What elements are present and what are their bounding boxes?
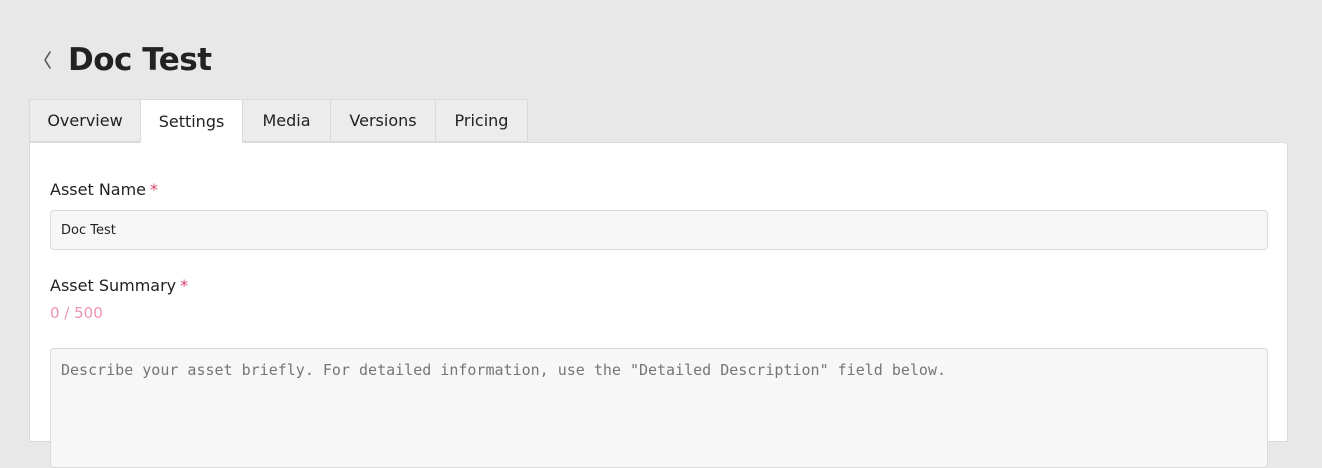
- page-title: Doc Test: [68, 42, 212, 78]
- settings-panel: Asset Name* Asset Summary* 0 / 500: [29, 142, 1288, 468]
- asset-summary-label-text: Asset Summary: [50, 276, 177, 295]
- tab-settings[interactable]: Settings: [140, 99, 242, 143]
- tab-overview[interactable]: Overview: [29, 99, 140, 142]
- tab-bar: Overview Settings Media Versions Pricing: [29, 99, 528, 143]
- tab-pricing[interactable]: Pricing: [435, 99, 528, 142]
- page-header: Doc Test: [36, 38, 212, 82]
- chevron-left-icon[interactable]: [36, 45, 58, 75]
- asset-summary-textarea[interactable]: [50, 348, 1268, 468]
- asset-name-label: Asset Name *: [50, 180, 158, 199]
- asset-name-input[interactable]: [50, 210, 1268, 250]
- asset-summary-label: Asset Summary *: [50, 276, 188, 295]
- tab-versions[interactable]: Versions: [330, 99, 435, 142]
- required-marker: *: [180, 276, 189, 295]
- asset-name-label-text: Asset Name: [50, 180, 147, 199]
- character-counter: 0 / 500: [50, 304, 103, 322]
- required-marker: *: [150, 180, 159, 199]
- tab-media[interactable]: Media: [242, 99, 330, 142]
